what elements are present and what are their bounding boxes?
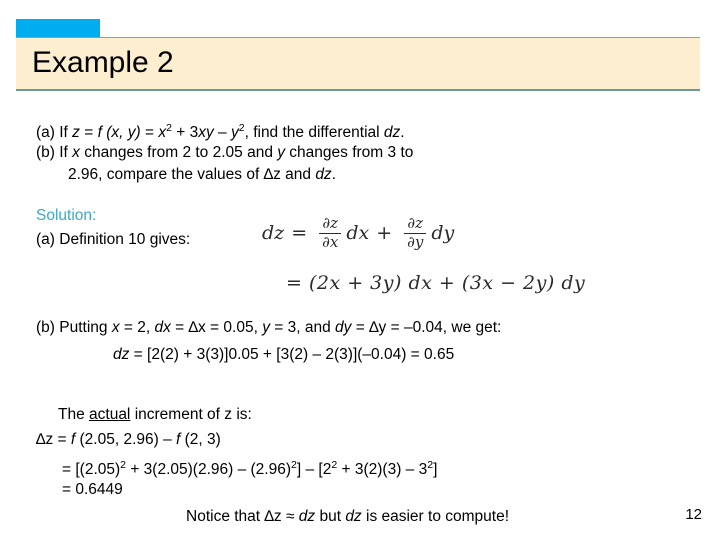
differential-dy: dy [335, 319, 352, 336]
minus-sign: – [158, 431, 177, 448]
sol-b-s4: = 3, and [269, 319, 336, 336]
var-y: y [230, 124, 239, 142]
equation-differential-expanded: = (2x + 3y) dx + (3x − 2y) dy [286, 272, 586, 294]
line2-mid3: + 3(2)(3) – 3 [337, 461, 428, 479]
delta-z: ∆z [264, 508, 282, 525]
part-b2-mid: and [280, 166, 316, 183]
line2-mid2: ] – [2 [296, 461, 332, 479]
sol-b-lead: (b) Putting [36, 319, 112, 336]
notice-end: is easier to compute! [361, 508, 510, 525]
part-a-lead: (a) If [36, 124, 73, 142]
actual-increment-line-1: ∆z = f (2.05, 2.96) – f (2, 3) [36, 430, 221, 450]
sol-b-s5: = [351, 319, 370, 336]
eq1-term2-denominator: ∂y [404, 232, 427, 251]
sol-b-s6: = –0.04, we get: [386, 319, 502, 336]
func-args-2: (2, 3) [180, 431, 221, 448]
slide-canvas: { "slide": { "title": "Example 2", "page… [0, 0, 720, 540]
delta-y: ∆y [369, 319, 387, 336]
plus-term: + 3 [171, 124, 199, 142]
solution-part-b-line-1: (b) Putting x = 2, dx = ∆x = 0.05, y = 3… [36, 318, 501, 338]
heading-tail: increment of z is: [130, 406, 252, 423]
func-args-1: (2.05, 2.96) [75, 431, 159, 448]
sol-b-s2: = [170, 319, 189, 336]
page-number: 12 [685, 506, 702, 523]
partial-z-partial-y-fraction: ∂z ∂y [404, 214, 427, 251]
part-b-mid: changes from 2 to 2.05 and [79, 144, 278, 161]
eq1-term2-differential: dy [431, 222, 455, 245]
line2-mid1: + 3(2.05)(2.96) – (2.96) [126, 461, 292, 479]
page-title: Example 2 [32, 46, 174, 79]
part-b-lead: (b) If [36, 144, 73, 161]
actual-increment-heading: The actual increment of z is: [58, 405, 252, 425]
problem-part-a-line: (a) If z = f (x, y) = x2 + 3xy – y2, fin… [36, 118, 405, 143]
differential-dz-2: dz [345, 508, 362, 525]
heading-emphasis: actual [89, 406, 131, 423]
eq1-equals: = [291, 222, 308, 245]
eq-sign-2: = [140, 124, 159, 142]
differential-dz: dz [298, 508, 316, 525]
var-z: z [72, 124, 80, 142]
eq1-term1-denominator: ∂x [319, 232, 342, 251]
sol-b2-rest: = [2(2) + 3(3)]0.05 + [3(2) – 2(3)](–0.0… [129, 346, 455, 363]
part-b-tail: changes from 3 to [285, 144, 414, 161]
actual-increment-line-2: = [(2.05)2 + 3(2.05)(2.96) – (2.96)2] – … [62, 455, 437, 480]
var-x: x [111, 319, 120, 336]
sol-b-s1: = 2, [119, 319, 155, 336]
equation-differential-general: dz = ∂z ∂x dx + ∂z ∂y dy [262, 214, 455, 251]
differential-dx: dx [154, 319, 171, 336]
solution-label: Solution: [36, 207, 97, 224]
minus-sign: – [213, 124, 231, 142]
delta-z: ∆z [263, 166, 281, 183]
func-args: (x, y) [101, 124, 141, 142]
problem-part-b-line-1: (b) If x changes from 2 to 2.05 and y ch… [36, 143, 413, 163]
differential-dz: dz [383, 124, 401, 142]
eq1-term2-numerator: ∂z [407, 214, 424, 232]
period: . [331, 166, 336, 183]
heading-lead: The [58, 406, 90, 423]
eq1-term1-numerator: ∂z [322, 214, 339, 232]
differential-dz: dz [315, 166, 332, 183]
eq1-plus: + [376, 222, 393, 245]
approx-sign: ≈ [281, 508, 299, 525]
eq1-term1-differential: dx [346, 222, 370, 245]
line2-lead: = [(2.05) [62, 461, 121, 479]
eq-sign: = [53, 431, 71, 448]
var-x: x [158, 124, 167, 142]
differential-dz: dz [113, 346, 130, 363]
var-y: y [277, 144, 285, 161]
part-a-tail: , find the differential [244, 124, 384, 142]
period: . [400, 124, 405, 142]
line2-tail: ] [433, 461, 438, 479]
notice-tail: but [315, 508, 346, 525]
delta-z: ∆z [36, 431, 54, 448]
partial-z-partial-x-fraction: ∂z ∂x [319, 214, 342, 251]
part-b2-lead: 2.96, compare the values of [68, 166, 264, 183]
notice-line: Notice that ∆z ≈ dz but dz is easier to … [186, 507, 509, 527]
var-x: x [72, 144, 80, 161]
sol-b-s3: = 0.05, [205, 319, 263, 336]
delta-x: ∆x [188, 319, 206, 336]
var-xy: xy [198, 124, 214, 142]
problem-part-b-line-2: 2.96, compare the values of ∆z and dz. [68, 165, 336, 185]
eq1-lhs: dz [262, 222, 285, 245]
solution-part-a-lead: (a) Definition 10 gives: [36, 231, 191, 248]
actual-increment-line-3: = 0.6449 [62, 481, 123, 498]
eq-sign-1: = [79, 124, 98, 142]
notice-lead: Notice that [186, 508, 265, 525]
solution-part-b-line-2: dz = [2(2) + 3(3)]0.05 + [3(2) – 2(3)](–… [113, 345, 454, 365]
var-y: y [262, 319, 270, 336]
